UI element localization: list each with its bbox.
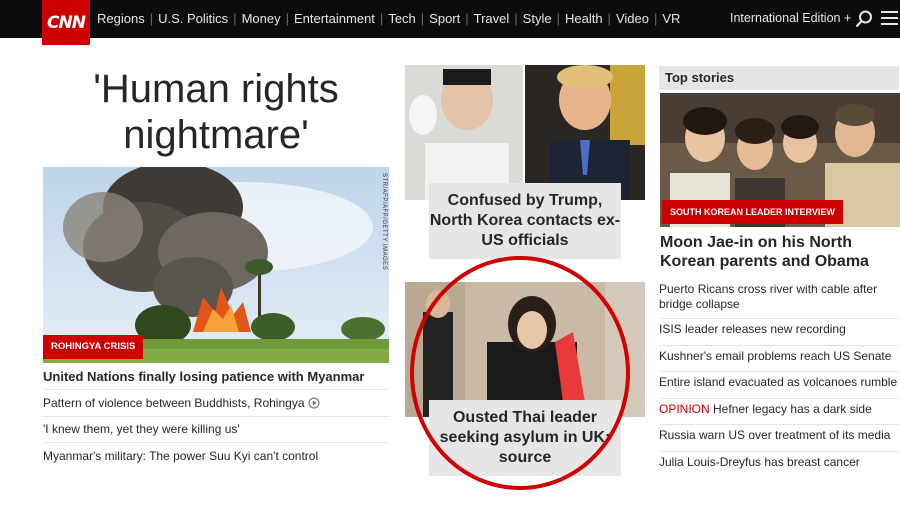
nav-tech[interactable]: Tech [388, 11, 415, 26]
list-item[interactable]: Myanmar's military: The power Suu Kyi ca… [43, 442, 389, 469]
list-item[interactable]: Julia Louis-Dreyfus has breast cancer [659, 452, 899, 479]
hero-image-burning-house[interactable]: STR/AFP/AFP/GETTY IMAGES ROHINGYA CRISIS [43, 167, 389, 363]
nav-style[interactable]: Style [523, 11, 552, 26]
rohingya-crisis-badge[interactable]: ROHINGYA CRISIS [43, 335, 144, 359]
left-story-list: Pattern of violence between Buddhists, R… [43, 389, 389, 469]
list-item[interactable]: Pattern of violence between Buddhists, R… [43, 389, 389, 416]
hamburger-menu-icon[interactable] [881, 11, 898, 26]
headline-line-2: nightmare' [123, 113, 309, 157]
top-navigation-bar: Regions | U.S. Politics | Money | Entertain… [0, 0, 900, 38]
lead-story-link[interactable]: United Nations finally losing patience w… [43, 369, 364, 384]
list-item[interactable]: Puerto Ricans cross river with cable aft… [659, 279, 899, 319]
burning-village-image [43, 167, 389, 363]
nav-us-politics[interactable]: U.S. Politics [158, 11, 228, 26]
list-item[interactable]: OPINION Hefner legacy has a dark side [659, 399, 899, 425]
list-item[interactable]: 'I knew them, yet they were killing us' [43, 415, 389, 443]
south-korean-leader-badge[interactable]: SOUTH KOREAN LEADER INTERVIEW [662, 200, 843, 224]
moon-jae-in-image[interactable]: SOUTH KOREAN LEADER INTERVIEW [660, 93, 900, 227]
nav-video[interactable]: Video [616, 11, 649, 26]
red-highlight-circle [410, 256, 630, 490]
main-nav: Regions | U.S. Politics | Money | Entertain… [97, 11, 681, 26]
nav-money[interactable]: Money [242, 11, 281, 26]
north-korea-story-headline[interactable]: Confused by Trump, North Korea contacts … [429, 183, 621, 259]
list-item[interactable]: ISIS leader releases new recording [659, 319, 899, 346]
moon-jae-in-headline[interactable]: Moon Jae-in on his North Korean parents … [660, 233, 900, 271]
edition-selector[interactable]: International Edition + [730, 11, 851, 25]
nav-sport[interactable]: Sport [429, 11, 460, 26]
list-item[interactable]: Russia warn US over treatment of its med… [659, 425, 899, 452]
top-stories-label: Top stories [659, 66, 899, 90]
nav-regions[interactable]: Regions [97, 11, 145, 26]
cnn-logo[interactable]: CNN [42, 0, 90, 45]
video-play-icon [308, 397, 319, 409]
nav-travel[interactable]: Travel [474, 11, 510, 26]
north-korea-story-image[interactable] [405, 65, 645, 200]
headline-line-1: 'Human rights [93, 67, 339, 111]
search-icon[interactable] [855, 10, 873, 28]
opinion-label: OPINION [659, 401, 710, 416]
main-headline[interactable]: 'Human rights nightmare' [43, 66, 389, 158]
top-stories-list: Puerto Ricans cross river with cable aft… [659, 279, 899, 478]
nav-vr[interactable]: VR [662, 11, 680, 26]
nav-entertainment[interactable]: Entertainment [294, 11, 375, 26]
list-item[interactable]: Entire island evacuated as volcanoes rum… [659, 372, 899, 399]
nav-health[interactable]: Health [565, 11, 603, 26]
photo-credit: STR/AFP/AFP/GETTY IMAGES [381, 173, 387, 271]
list-item[interactable]: Kushner's email problems reach US Senate [659, 346, 899, 372]
